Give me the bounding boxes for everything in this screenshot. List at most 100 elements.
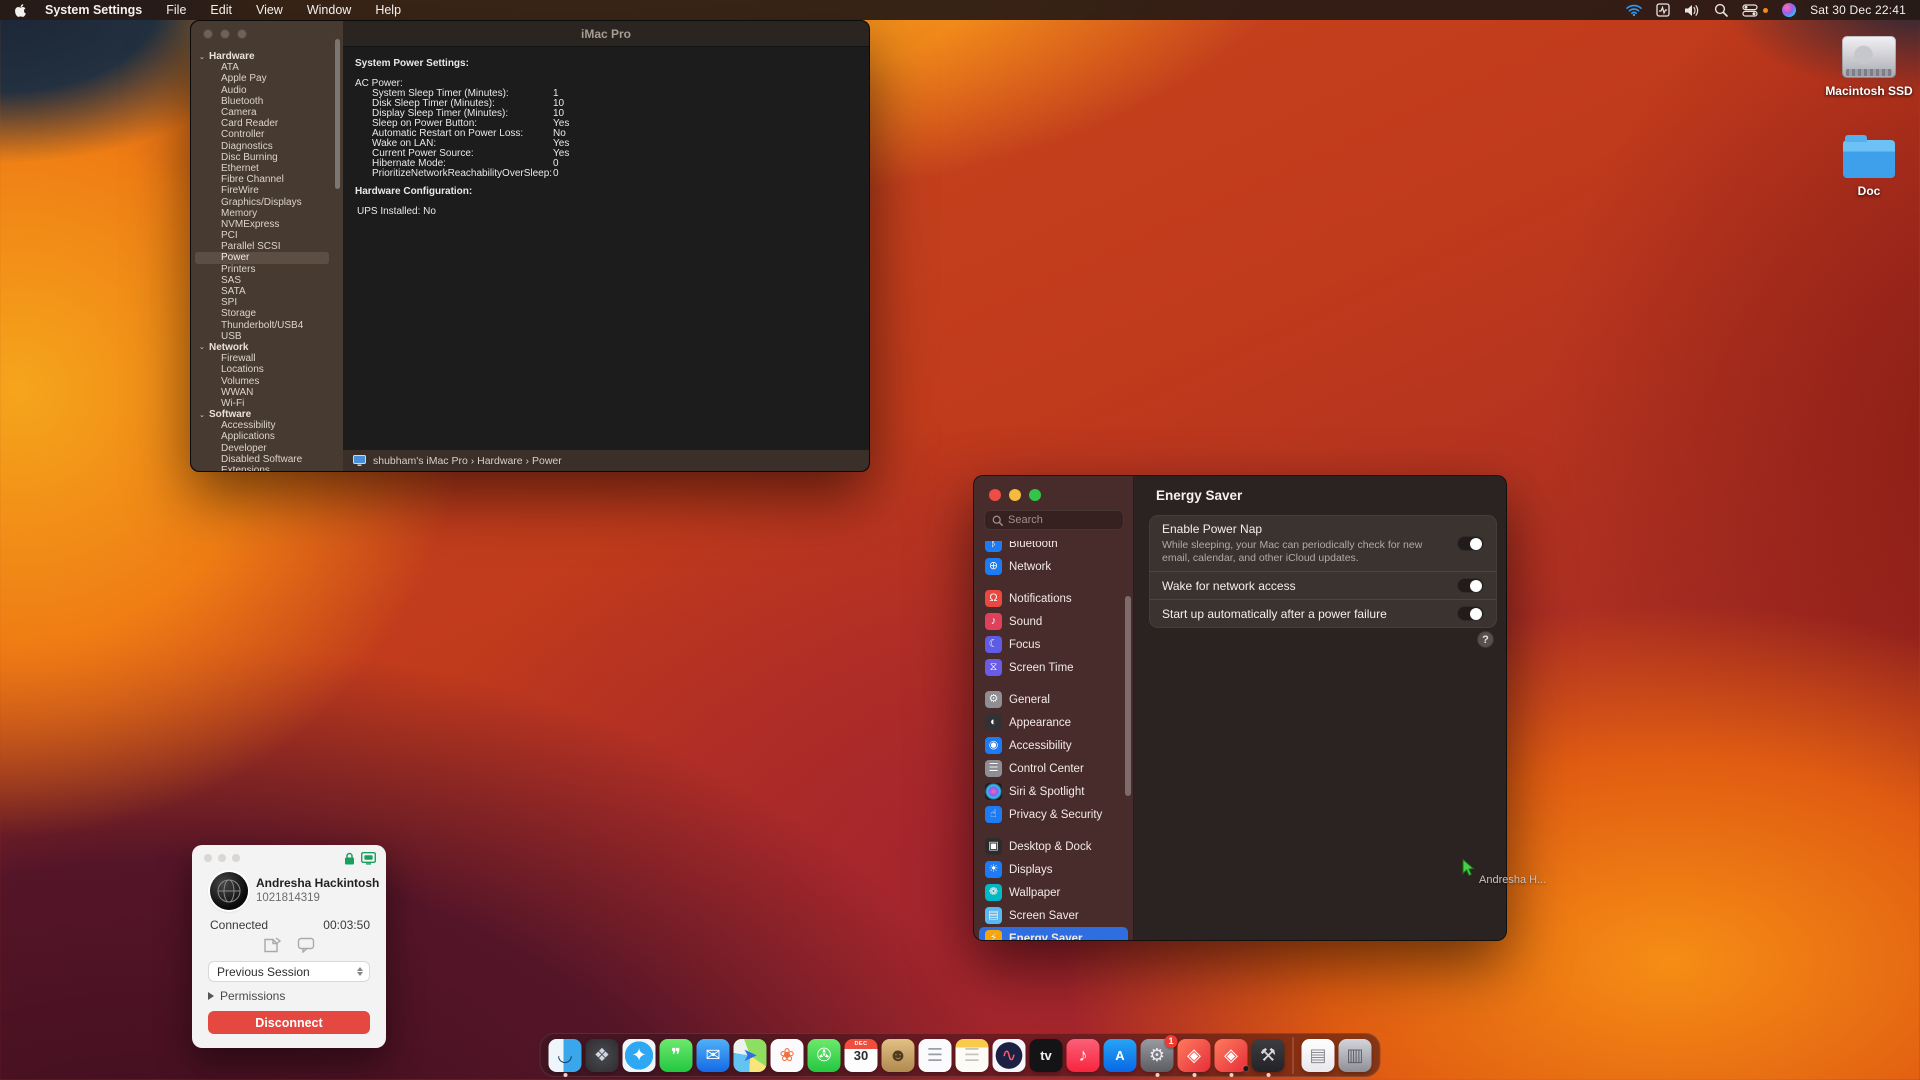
sysinfo-sidebar-row[interactable]: Fibre Channel [191,174,343,185]
sysinfo-sidebar-row[interactable]: Diagnostics [191,141,343,152]
dock-item[interactable]: ☰ [955,1038,989,1072]
dock-item[interactable]: ❞ [659,1038,693,1072]
app-menu-title[interactable]: System Settings [45,3,142,17]
sysinfo-sidebar-row[interactable]: Storage [191,308,343,319]
settings-sidebar-item[interactable]: ❁ Wallpaper [979,881,1128,904]
settings-sidebar-item[interactable]: ⚙ General [979,688,1128,711]
menu-item[interactable]: Window [307,3,351,17]
dock-item[interactable]: ✇ [807,1038,841,1072]
sysinfo-sidebar-row[interactable]: Card Reader [191,118,343,129]
settings-search-field[interactable] [984,510,1124,530]
search-input[interactable] [1008,514,1108,526]
help-button[interactable]: ? [1477,631,1494,648]
settings-sidebar-item[interactable]: ☰ Control Center [979,757,1128,780]
apple-menu-icon[interactable] [14,3,27,18]
sysinfo-sidebar-row[interactable]: SAS [191,275,343,286]
window-controls-inactive[interactable] [203,29,247,39]
sysinfo-sidebar-row[interactable]: Extensions [191,465,343,471]
settings-scrollbar[interactable] [1125,596,1131,796]
file-transfer-icon[interactable] [263,937,281,954]
dock-item[interactable]: ◈ ● [1214,1038,1250,1077]
dock-item[interactable]: ☰ [918,1038,952,1072]
window-controls-disabled[interactable] [204,854,240,862]
toggle-switch[interactable] [1457,606,1484,621]
sysinfo-sidebar-row[interactable]: Disabled Software [191,454,343,465]
sysinfo-sidebar-row[interactable]: NVMExpress [191,219,343,230]
dock-item[interactable] [1289,1036,1298,1074]
disconnect-button[interactable]: Disconnect [208,1011,370,1034]
dock-item[interactable]: DEC 30 [844,1038,878,1072]
sysinfo-sidebar-row[interactable]: Ethernet [191,163,343,174]
dock-item[interactable]: ✉ [696,1038,730,1072]
toggle-switch[interactable] [1457,578,1484,593]
sysinfo-sidebar-row[interactable]: ⌄ Software [191,409,343,420]
wifi-icon[interactable] [1626,4,1642,16]
toggle-switch[interactable] [1457,536,1484,551]
dock-item[interactable]: ♪ [1066,1038,1100,1072]
desktop-icon-doc-folder[interactable]: Doc [1814,135,1920,198]
settings-sidebar-item[interactable]: ⊕ Network [979,555,1128,578]
sysinfo-sidebar-row[interactable]: Controller [191,129,343,140]
control-switches-icon[interactable] [1742,3,1758,17]
sysinfo-sidebar-row[interactable]: Volumes [191,375,343,387]
dock-item[interactable]: ✦ [622,1038,656,1072]
sysinfo-sidebar-row[interactable]: ⌄ Hardware [191,51,343,62]
dock-item[interactable]: ☻ [881,1038,915,1072]
permissions-disclosure[interactable]: Permissions [208,989,285,1003]
siri-icon[interactable] [1782,3,1797,17]
settings-sidebar-item[interactable]: ☝ Privacy & Security [979,803,1128,826]
menu-item[interactable]: Edit [210,3,232,17]
settings-sidebar-item[interactable]: ⚡ Energy Saver [979,927,1128,940]
session-select[interactable]: Previous Session [208,961,370,982]
settings-sidebar-item[interactable]: ▣ Desktop & Dock [979,835,1128,858]
sysinfo-sidebar-row[interactable]: Graphics/Displays [191,196,343,208]
sysinfo-titlebar[interactable]: iMac Pro [343,21,869,47]
spotlight-icon[interactable] [1714,3,1728,17]
sysinfo-sidebar-row[interactable]: Power [195,252,329,264]
dock-item[interactable]: ❖ [585,1038,619,1072]
settings-sidebar-item[interactable]: Ω Notifications [979,587,1128,610]
sysinfo-sidebar-row[interactable]: Memory [191,208,343,219]
settings-sidebar-item[interactable]: ▤ Screen Saver [979,904,1128,927]
settings-sidebar-item[interactable]: ☾ Focus [979,633,1128,656]
sidebar-scrollbar[interactable] [335,39,340,189]
sysinfo-sidebar-row[interactable]: Wi-Fi [191,398,343,409]
sysinfo-sidebar-row[interactable]: WWAN [191,387,343,398]
activity-icon[interactable] [1656,3,1670,17]
chat-icon[interactable] [297,937,315,953]
settings-sidebar-item[interactable]: Siri & Spotlight [979,780,1128,803]
breadcrumb[interactable]: shubham's iMac Pro › Hardware › Power [373,455,562,467]
sysinfo-sidebar-row[interactable]: SATA [191,286,343,297]
dock-item[interactable]: ◈ [1177,1038,1211,1077]
dock-item[interactable]: ◡ [548,1038,582,1077]
settings-sidebar-item[interactable]: ☀ Displays [979,858,1128,881]
settings-sidebar-item[interactable]: ◉ Accessibility [979,734,1128,757]
dock-item[interactable]: ⚙ 1 [1140,1034,1178,1077]
desktop-icon-macintosh-ssd[interactable]: Macintosh SSD [1814,36,1920,98]
dock-item[interactable]: tv [1029,1038,1063,1072]
sysinfo-sidebar-row[interactable]: Thunderbolt/USB4 [191,320,343,331]
menu-clock[interactable]: Sat 30 Dec 22:41 [1810,3,1906,17]
sysinfo-sidebar-row[interactable]: SPI [191,297,343,308]
dock-item[interactable]: ⚒ [1251,1038,1285,1077]
sysinfo-sidebar-row[interactable]: ⌄ Network [191,342,343,353]
dock-item[interactable]: ∿ [992,1038,1026,1072]
sysinfo-sidebar-row[interactable]: Firewall [191,353,343,364]
dock-item[interactable]: ▤ [1301,1038,1335,1072]
menu-item[interactable]: File [166,3,186,17]
sysinfo-sidebar-row[interactable]: ATA [191,62,343,73]
sysinfo-sidebar-row[interactable]: FireWire [191,185,343,196]
sysinfo-sidebar-row[interactable]: Accessibility [191,420,343,431]
sysinfo-sidebar-row[interactable]: Printers [191,264,343,275]
sysinfo-sidebar-row[interactable]: Bluetooth [191,96,343,107]
sysinfo-sidebar-row[interactable]: Camera [191,107,343,118]
dock-item[interactable]: ▥ [1338,1038,1372,1072]
menu-item[interactable]: View [256,3,283,17]
dock-item[interactable]: A [1103,1038,1137,1072]
volume-icon[interactable] [1684,4,1700,17]
sysinfo-sidebar-row[interactable]: Apple Pay [191,73,343,84]
dock-item[interactable]: ❀ [770,1038,804,1072]
sysinfo-sidebar-row[interactable]: Applications [191,431,343,442]
settings-sidebar-item[interactable]: ♪ Sound [979,610,1128,633]
sysinfo-sidebar-row[interactable]: Developer [191,443,343,454]
